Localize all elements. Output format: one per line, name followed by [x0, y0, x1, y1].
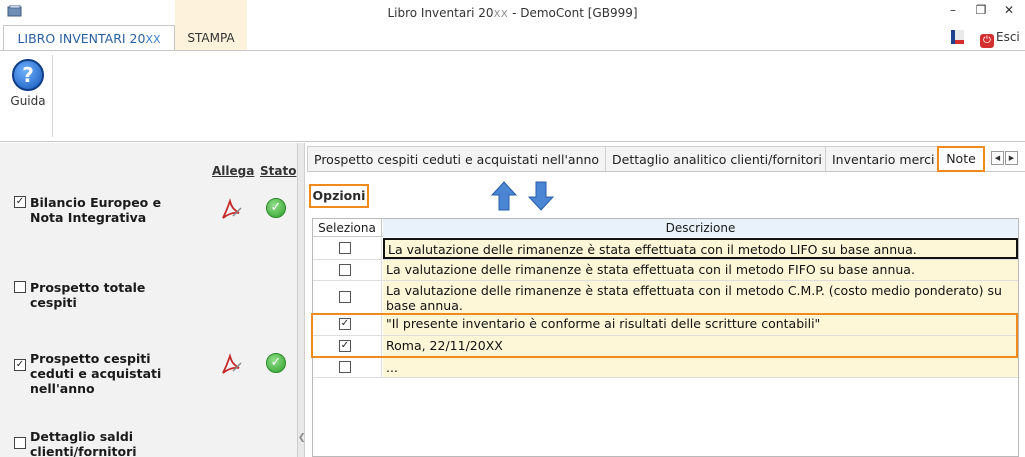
checkbox-prospetto-totale[interactable]	[14, 281, 26, 293]
list-item-prospetto-cespiti[interactable]: ✓ Prospetto cespiti ceduti e acquistati …	[14, 351, 194, 396]
ribbon-body: ? Guida	[0, 51, 1025, 142]
tab-inventario-merci[interactable]: Inventario merci	[825, 146, 939, 171]
row-checkbox[interactable]	[339, 291, 351, 303]
move-down-icon[interactable]	[528, 181, 554, 211]
title-bar: Libro Inventari 20XX - DemoCont [GB999] …	[0, 0, 1025, 25]
table-row[interactable]: ...	[313, 358, 1018, 378]
status-ok-icon: ✓	[266, 198, 286, 218]
grid-header: Seleziona Descrizione	[313, 219, 1018, 237]
ribbon-divider	[0, 50, 1025, 51]
header-allega: Allega	[212, 164, 255, 178]
table-row[interactable]: La valutazione delle rimanenze è stata e…	[313, 281, 1018, 314]
table-row[interactable]: La valutazione delle rimanenze è stata e…	[313, 238, 1018, 260]
checkbox-dettaglio-saldi[interactable]	[14, 437, 26, 449]
tab-note[interactable]: Note	[937, 146, 985, 172]
row-description[interactable]: La valutazione delle rimanenze è stata e…	[383, 238, 1018, 259]
restore-icon[interactable]: ❐	[968, 1, 994, 19]
minimize-icon[interactable]: –	[940, 1, 966, 19]
list-item-bilancio[interactable]: ✓ Bilancio Europeo e Nota Integrativa	[14, 195, 194, 225]
panel-splitter[interactable]: ❮	[297, 143, 306, 457]
tab-stampa[interactable]: STAMPA	[175, 0, 247, 50]
language-flag-icon[interactable]	[949, 29, 965, 45]
row-description[interactable]: ...	[383, 358, 1018, 377]
row-description[interactable]: La valutazione delle rimanenze è stata e…	[383, 260, 1018, 280]
row-checkbox[interactable]	[339, 242, 351, 254]
pdf-icon[interactable]	[219, 353, 243, 375]
table-row[interactable]: La valutazione delle rimanenze è stata e…	[313, 260, 1018, 281]
list-item-prospetto-totale[interactable]: Prospetto totale cespiti	[14, 280, 194, 310]
tab-scroll-left-icon[interactable]: ◀	[991, 151, 1004, 165]
header-stato: Stato	[260, 164, 297, 178]
power-icon: ⏻	[980, 34, 994, 48]
help-icon: ?	[12, 59, 44, 91]
tab-prospetto-cespiti[interactable]: Prospetto cespiti ceduti e acquistati ne…	[307, 146, 607, 171]
chevron-left-icon[interactable]: ❮	[298, 433, 306, 443]
checkbox-bilancio[interactable]: ✓	[14, 196, 26, 208]
close-icon[interactable]: ✕	[996, 1, 1022, 19]
pdf-icon[interactable]	[219, 198, 243, 220]
opzioni-label: Opzioni	[309, 184, 369, 208]
ribbon-separator	[52, 55, 53, 137]
status-ok-icon: ✓	[266, 353, 286, 373]
row-description[interactable]: La valutazione delle rimanenze è stata e…	[383, 281, 1018, 313]
tab-dettaglio-analitico[interactable]: Dettaglio analitico clienti/fornitori	[605, 146, 827, 171]
esci-button[interactable]: ⏻ Esci	[980, 29, 1020, 48]
checkbox-prospetto-cespiti[interactable]: ✓	[14, 359, 26, 371]
column-header-descrizione[interactable]: Descrizione	[383, 219, 1018, 237]
window-title: Libro Inventari 20XX - DemoCont [GB999]	[387, 6, 638, 20]
column-header-seleziona[interactable]: Seleziona	[313, 219, 382, 237]
list-item-dettaglio-saldi[interactable]: Dettaglio saldi clienti/fornitori	[14, 429, 194, 457]
move-up-icon[interactable]	[491, 181, 517, 211]
row-checkbox[interactable]	[339, 361, 351, 373]
tab-libro-inventari[interactable]: LIBRO INVENTARI 20XX	[3, 25, 175, 51]
selected-rows-highlight	[311, 313, 1018, 358]
tab-scroll-right-icon[interactable]: ▶	[1005, 151, 1018, 165]
left-panel: Allega Stato ✓ Bilancio Europeo e Nota I…	[0, 143, 297, 457]
row-checkbox[interactable]	[339, 264, 351, 276]
tab-stampa-label: STAMPA	[187, 31, 235, 45]
content-tabs: Prospetto cespiti ceduti e acquistati ne…	[307, 146, 1025, 172]
guida-button[interactable]: ? Guida	[8, 59, 48, 108]
